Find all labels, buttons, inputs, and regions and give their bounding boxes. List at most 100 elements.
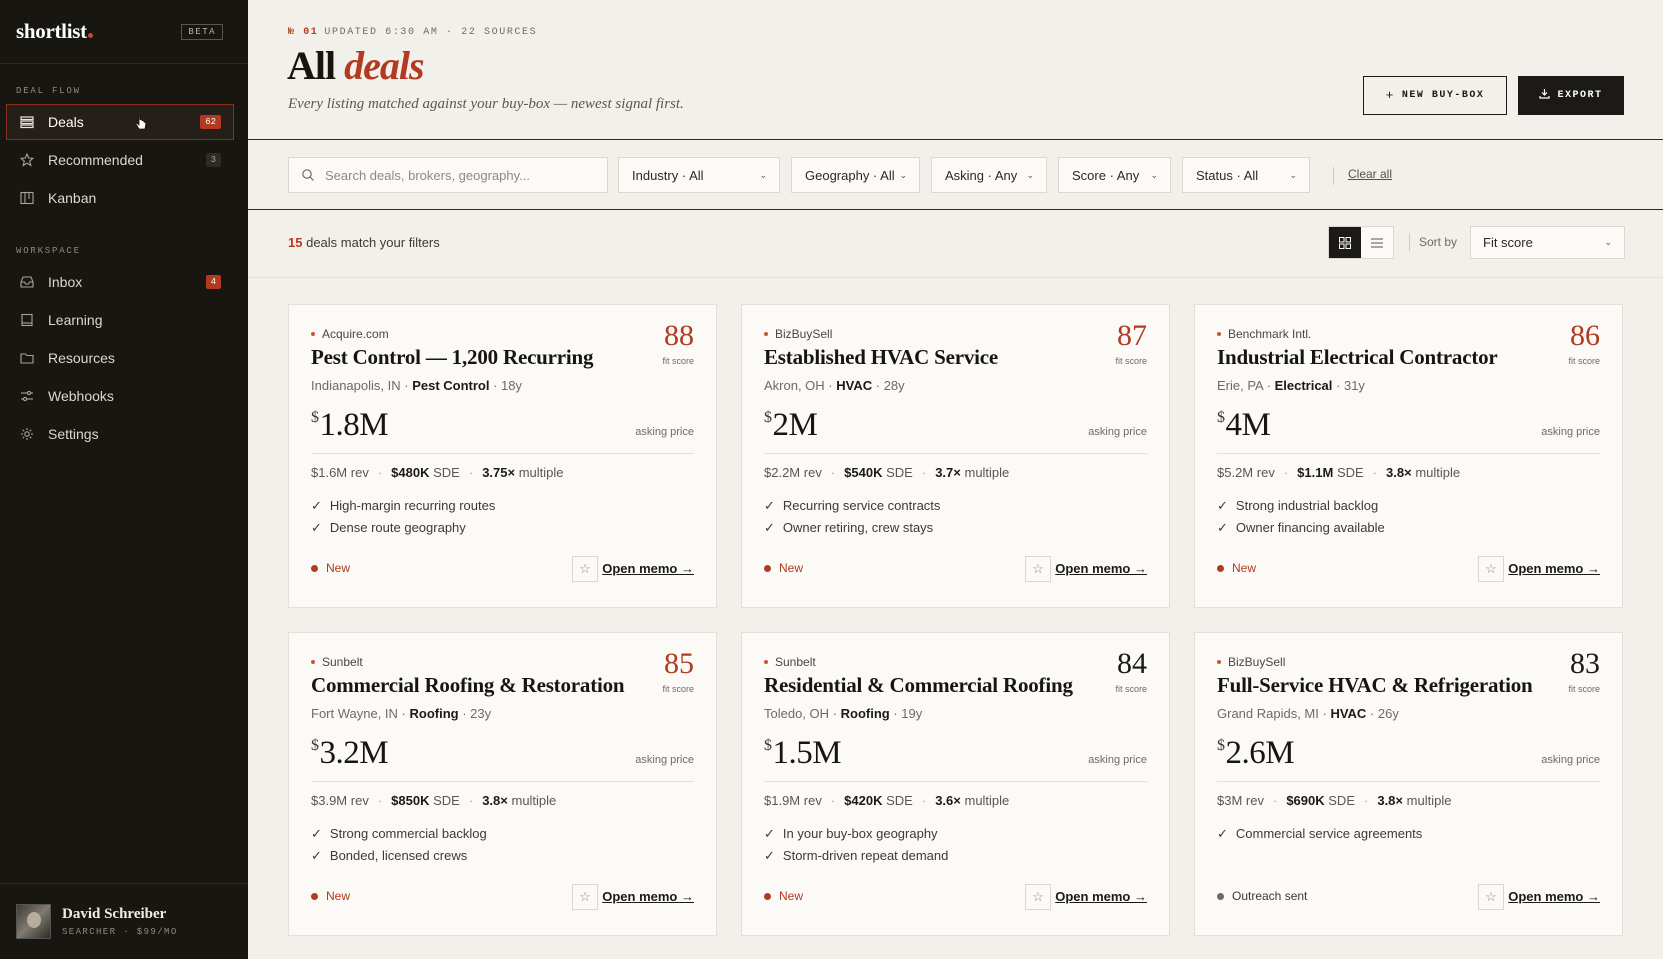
- export-button[interactable]: EXPORT: [1518, 76, 1624, 115]
- deal-location: Toledo, OH · Roofing · 19y: [764, 706, 923, 721]
- deal-highlights: ✓ Strong commercial backlog ✓ Bonded, licen…: [311, 823, 487, 867]
- deal-title[interactable]: Commercial Roofing & Restoration: [311, 673, 625, 698]
- book-icon: [19, 312, 35, 328]
- clear-all-link[interactable]: Clear all: [1348, 167, 1392, 181]
- deal-title[interactable]: Full-Service HVAC & Refrigeration: [1217, 673, 1533, 698]
- deal-stats: $1.6M rev · $480K SDE · 3.75× multiple: [311, 465, 564, 480]
- deal-source: Acquire.com: [311, 327, 389, 341]
- fit-score: 87: [1117, 319, 1147, 352]
- deal-source: Benchmark Intl.: [1217, 327, 1311, 341]
- grid-view-button[interactable]: [1329, 227, 1361, 258]
- main-content: № 01 UPDATED 6:30 AM · 22 SOURCES All dea…: [248, 0, 1663, 959]
- new-buy-box-button[interactable]: + NEW BUY-BOX: [1363, 76, 1507, 115]
- fit-score: 83: [1570, 647, 1600, 680]
- sidebar-item-settings[interactable]: Settings: [6, 416, 234, 452]
- sidebar-item-label: Learning: [48, 312, 103, 328]
- fit-score: 84: [1117, 647, 1147, 680]
- sidebar-item-inbox[interactable]: Inbox 4: [6, 264, 234, 300]
- deal-location: Indianapolis, IN · Pest Control · 18y: [311, 378, 523, 393]
- sidebar-item-resources[interactable]: Resources: [6, 340, 234, 376]
- status-badge: New: [1217, 561, 1256, 575]
- deal-title[interactable]: Residential & Commercial Roofing: [764, 673, 1073, 698]
- highlight-item: ✓ Recurring service contracts: [764, 498, 941, 513]
- deal-card[interactable]: BizBuySell 87 fit score Established HVAC Se…: [741, 304, 1170, 608]
- sidebar-item-deals[interactable]: Deals 62: [6, 104, 234, 140]
- divider: [1217, 453, 1600, 454]
- list-view-button[interactable]: [1361, 227, 1393, 258]
- deal-title[interactable]: Established HVAC Service: [764, 345, 998, 370]
- view-toggle: [1328, 226, 1394, 259]
- open-memo-link[interactable]: Open memo →: [1508, 889, 1600, 904]
- status-badge: New: [764, 889, 803, 903]
- highlight-item: ✓ High-margin recurring routes: [311, 498, 496, 513]
- deal-location: Grand Rapids, MI · HVAC · 26y: [1217, 706, 1399, 721]
- highlight-item: ✓ Storm-driven repeat demand: [764, 848, 949, 863]
- deal-card[interactable]: Sunbelt 84 fit score Residential & Commerci…: [741, 632, 1170, 936]
- sidebar-item-webhooks[interactable]: Webhooks: [6, 378, 234, 414]
- search-icon: [301, 168, 315, 182]
- check-icon: ✓: [764, 826, 775, 841]
- open-memo-link[interactable]: Open memo →: [602, 889, 694, 904]
- open-memo-link[interactable]: Open memo →: [1055, 889, 1147, 904]
- status-dot: [764, 892, 771, 900]
- deal-card[interactable]: BizBuySell 83 fit score Full-Service HVAC &…: [1194, 632, 1623, 936]
- deal-title[interactable]: Pest Control — 1,200 Recurring: [311, 345, 594, 370]
- sidebar-item-kanban[interactable]: Kanban: [6, 180, 234, 216]
- asking-price-label: asking price: [1088, 754, 1147, 766]
- divider: [764, 453, 1147, 454]
- star-icon[interactable]: ☆: [572, 556, 598, 582]
- status-badge: New: [311, 561, 350, 575]
- page-meta: № 01 UPDATED 6:30 AM · 22 SOURCES: [288, 27, 537, 38]
- deal-highlights: ✓ Strong industrial backlog ✓ Owner financi…: [1217, 495, 1385, 539]
- user-profile[interactable]: David Schreiber SEARCHER · $99/MO: [0, 883, 248, 959]
- logo-dot: [87, 33, 93, 38]
- asking-filter[interactable]: Asking · Any ⌄: [931, 157, 1047, 193]
- star-icon[interactable]: ☆: [1478, 884, 1504, 910]
- sidebar-item-label: Resources: [48, 350, 115, 366]
- logo[interactable]: shortlist: [16, 19, 93, 44]
- highlight-item: ✓ Dense route geography: [311, 520, 466, 535]
- highlight-item: ✓ Commercial service agreements: [1217, 826, 1423, 841]
- sidebar-item-recommended[interactable]: Recommended 3: [6, 142, 234, 178]
- sort-select[interactable]: Fit score ⌄: [1470, 226, 1625, 259]
- search-input[interactable]: Search deals, brokers, geography...: [288, 157, 608, 193]
- star-icon[interactable]: ☆: [1025, 884, 1051, 910]
- sidebar-item-learning[interactable]: Learning: [6, 302, 234, 338]
- fit-score: 85: [664, 647, 694, 680]
- fit-score-label: fit score: [1568, 684, 1600, 694]
- highlight-item: ✓ Strong commercial backlog: [311, 826, 487, 841]
- status-dot: [1217, 564, 1224, 572]
- score-filter[interactable]: Score · Any ⌄: [1058, 157, 1171, 193]
- fit-score-label: fit score: [662, 684, 694, 694]
- deal-card[interactable]: Acquire.com 88 fit score Pest Control — 1,2…: [288, 304, 717, 608]
- deal-stats: $3.9M rev · $850K SDE · 3.8× multiple: [311, 793, 557, 808]
- star-icon[interactable]: ☆: [572, 884, 598, 910]
- beta-badge: BETA: [181, 23, 223, 40]
- folder-icon: [19, 350, 35, 366]
- page-title: All deals: [287, 43, 425, 88]
- avatar: [16, 904, 51, 939]
- open-memo-link[interactable]: Open memo →: [1055, 561, 1147, 576]
- deal-highlights: ✓ Recurring service contracts ✓ Owner retir…: [764, 495, 940, 539]
- deal-industry: Pest Control: [412, 378, 490, 393]
- check-icon: ✓: [764, 520, 775, 535]
- page-header: № 01 UPDATED 6:30 AM · 22 SOURCES All dea…: [248, 0, 1663, 140]
- open-memo-link[interactable]: Open memo →: [1508, 561, 1600, 576]
- status-filter[interactable]: Status · All ⌄: [1182, 157, 1310, 193]
- status-dot: [311, 892, 318, 900]
- star-icon[interactable]: ☆: [1025, 556, 1051, 582]
- deal-card[interactable]: Benchmark Intl. 86 fit score Industrial Ele…: [1194, 304, 1623, 608]
- industry-filter[interactable]: Industry · All ⌄: [618, 157, 780, 193]
- fit-score-label: fit score: [662, 356, 694, 366]
- sidebar-item-label: Recommended: [48, 152, 143, 168]
- sidebar-item-label: Inbox: [48, 274, 83, 290]
- open-memo-link[interactable]: Open memo →: [602, 561, 694, 576]
- star-icon[interactable]: ☆: [1478, 556, 1504, 582]
- download-icon: [1539, 88, 1551, 103]
- page-subtitle: Every listing matched against your buy-b…: [288, 96, 684, 112]
- deal-card[interactable]: Sunbelt 85 fit score Commercial Roofing & R…: [288, 632, 717, 936]
- deal-title[interactable]: Industrial Electrical Contractor: [1217, 345, 1498, 370]
- inbox-count-badge: 4: [205, 275, 221, 289]
- geography-filter[interactable]: Geography · All ⌄: [791, 157, 920, 193]
- star-icon: [19, 152, 35, 168]
